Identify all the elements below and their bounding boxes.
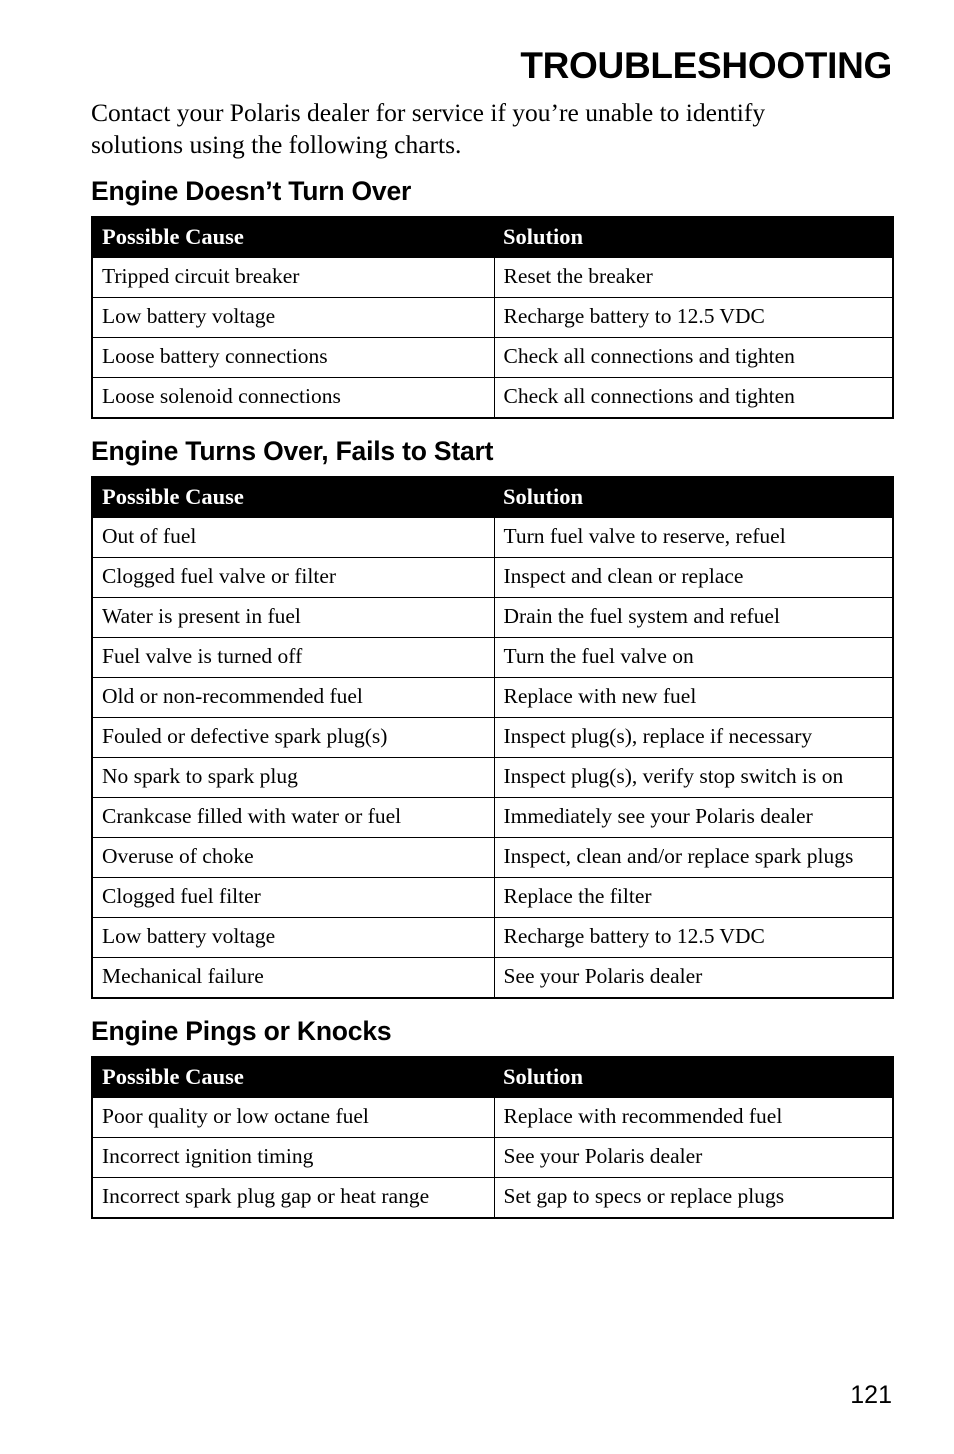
cell-cause: Crankcase filled with water or fuel bbox=[92, 796, 495, 838]
table-row: Overuse of choke Inspect, clean and/or r… bbox=[92, 836, 893, 878]
cell-solution: Turn fuel valve to reserve, refuel bbox=[493, 516, 893, 558]
cell-cause: Tripped circuit breaker bbox=[92, 256, 495, 298]
troubleshooting-table-engine-doesnt-turn-over: Possible Cause Solution Tripped circuit … bbox=[91, 215, 894, 419]
cell-solution: Recharge battery to 12.5 VDC bbox=[493, 916, 893, 958]
column-header-solution: Solution bbox=[494, 216, 893, 258]
section-heading-engine-pings-or-knocks: Engine Pings or Knocks bbox=[91, 1015, 392, 1046]
cell-solution: Immediately see your Polaris dealer bbox=[493, 796, 893, 838]
cell-solution: Inspect plug(s), verify stop switch is o… bbox=[493, 756, 893, 798]
troubleshooting-table-engine-turns-over-fails-to-start: Possible Cause Solution Out of fuel Turn… bbox=[91, 475, 894, 999]
table-header-row: Possible Cause Solution bbox=[92, 1056, 893, 1098]
table-row: Mechanical failure See your Polaris deal… bbox=[92, 956, 893, 998]
intro-paragraph: Contact your Polaris dealer for service … bbox=[91, 97, 766, 160]
page-title: TROUBLESHOOTING bbox=[520, 45, 892, 86]
cell-solution: Recharge battery to 12.5 VDC bbox=[493, 296, 893, 338]
cell-cause: Fouled or defective spark plug(s) bbox=[92, 716, 495, 758]
table-row: Loose solenoid connections Check all con… bbox=[92, 376, 893, 418]
column-header-solution: Solution bbox=[494, 1056, 893, 1098]
section-heading-engine-turns-over-fails-to-start: Engine Turns Over, Fails to Start bbox=[91, 435, 494, 466]
table-row: Clogged fuel filter Replace the filter bbox=[92, 876, 893, 918]
cell-solution: Replace the filter bbox=[493, 876, 893, 918]
table-row: Incorrect ignition timing See your Polar… bbox=[92, 1136, 893, 1178]
cell-cause: Mechanical failure bbox=[92, 956, 495, 998]
cell-solution: Check all connections and tighten bbox=[493, 376, 893, 418]
cell-solution: Inspect, clean and/or replace spark plug… bbox=[493, 836, 893, 878]
cell-solution: See your Polaris dealer bbox=[493, 956, 893, 998]
cell-solution: Inspect plug(s), replace if necessary bbox=[493, 716, 893, 758]
cell-cause: Incorrect spark plug gap or heat range bbox=[92, 1176, 495, 1218]
cell-cause: Loose battery connections bbox=[92, 336, 495, 378]
table-row: Old or non-recommended fuel Replace with… bbox=[92, 676, 893, 718]
table-row: Loose battery connections Check all conn… bbox=[92, 336, 893, 378]
cell-cause: Old or non-recommended fuel bbox=[92, 676, 495, 718]
table-row: Tripped circuit breaker Reset the breake… bbox=[92, 256, 893, 298]
table-row: No spark to spark plug Inspect plug(s), … bbox=[92, 756, 893, 798]
table-row: Out of fuel Turn fuel valve to reserve, … bbox=[92, 516, 893, 558]
cell-cause: Out of fuel bbox=[92, 516, 495, 558]
cell-cause: Poor quality or low octane fuel bbox=[92, 1096, 495, 1138]
cell-cause: No spark to spark plug bbox=[92, 756, 495, 798]
cell-solution: Turn the fuel valve on bbox=[493, 636, 893, 678]
column-header-possible-cause: Possible Cause bbox=[92, 216, 494, 258]
table-header-row: Possible Cause Solution bbox=[92, 216, 893, 258]
cell-solution: Set gap to specs or replace plugs bbox=[493, 1176, 893, 1218]
column-header-possible-cause: Possible Cause bbox=[92, 476, 494, 518]
cell-cause: Clogged fuel filter bbox=[92, 876, 495, 918]
cell-solution: Replace with recommended fuel bbox=[493, 1096, 893, 1138]
cell-cause: Water is present in fuel bbox=[92, 596, 495, 638]
cell-cause: Clogged fuel valve or filter bbox=[92, 556, 495, 598]
table-row: Fuel valve is turned off Turn the fuel v… bbox=[92, 636, 893, 678]
cell-solution: Inspect and clean or replace bbox=[493, 556, 893, 598]
table-row: Low battery voltage Recharge battery to … bbox=[92, 296, 893, 338]
table-row: Crankcase filled with water or fuel Imme… bbox=[92, 796, 893, 838]
table-row: Water is present in fuel Drain the fuel … bbox=[92, 596, 893, 638]
cell-solution: Drain the fuel system and refuel bbox=[493, 596, 893, 638]
table-row: Fouled or defective spark plug(s) Inspec… bbox=[92, 716, 893, 758]
table-row: Low battery voltage Recharge battery to … bbox=[92, 916, 893, 958]
table-header-row: Possible Cause Solution bbox=[92, 476, 893, 518]
document-page: TROUBLESHOOTING Contact your Polaris dea… bbox=[0, 0, 954, 1454]
cell-solution: Check all connections and tighten bbox=[493, 336, 893, 378]
cell-cause: Low battery voltage bbox=[92, 916, 495, 958]
column-header-possible-cause: Possible Cause bbox=[92, 1056, 494, 1098]
cell-solution: Replace with new fuel bbox=[493, 676, 893, 718]
table-row: Incorrect spark plug gap or heat range S… bbox=[92, 1176, 893, 1218]
cell-cause: Low battery voltage bbox=[92, 296, 495, 338]
troubleshooting-table-engine-pings-or-knocks: Possible Cause Solution Poor quality or … bbox=[91, 1055, 894, 1219]
section-heading-engine-doesnt-turn-over: Engine Doesn’t Turn Over bbox=[91, 175, 412, 206]
cell-cause: Incorrect ignition timing bbox=[92, 1136, 495, 1178]
column-header-solution: Solution bbox=[494, 476, 893, 518]
cell-cause: Overuse of choke bbox=[92, 836, 495, 878]
table-row: Clogged fuel valve or filter Inspect and… bbox=[92, 556, 893, 598]
table-row: Poor quality or low octane fuel Replace … bbox=[92, 1096, 893, 1138]
cell-cause: Fuel valve is turned off bbox=[92, 636, 495, 678]
cell-solution: Reset the breaker bbox=[493, 256, 893, 298]
cell-solution: See your Polaris dealer bbox=[493, 1136, 893, 1178]
cell-cause: Loose solenoid connections bbox=[92, 376, 495, 418]
page-number: 121 bbox=[850, 1381, 892, 1409]
